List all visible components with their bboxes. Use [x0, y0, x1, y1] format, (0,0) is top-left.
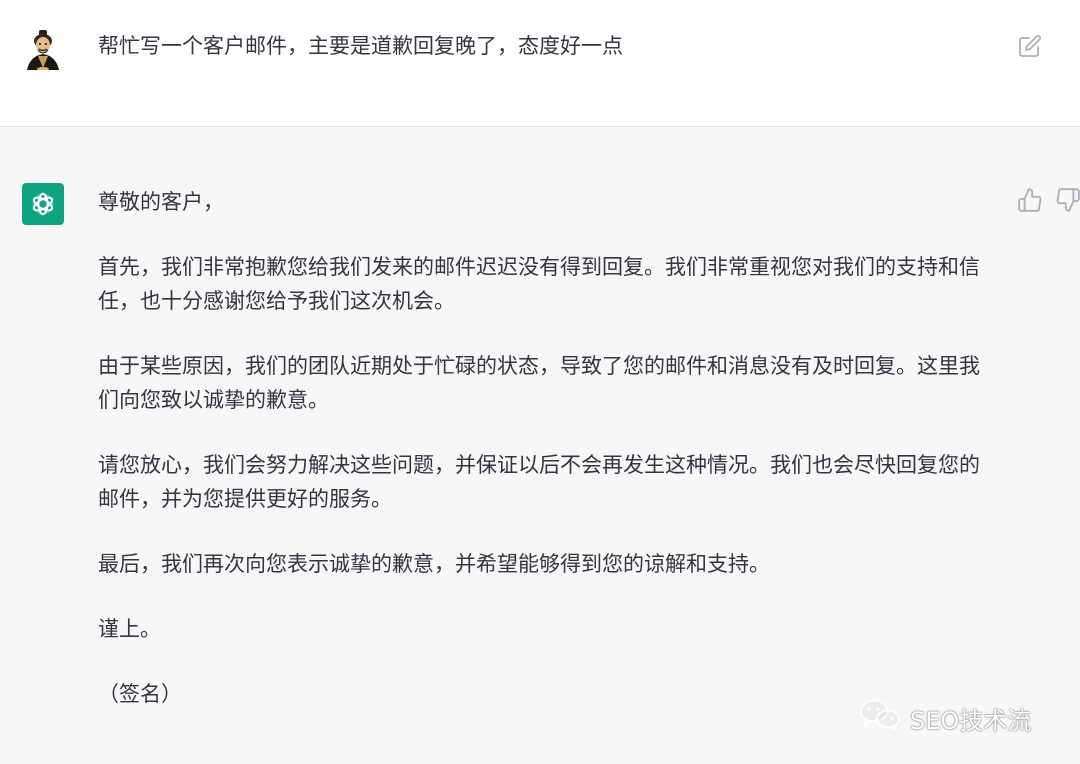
reply-greeting: 尊敬的客户， — [98, 190, 224, 214]
user-avatar-icon — [22, 28, 64, 71]
watermark: SEO技术流 — [858, 698, 1032, 738]
openai-logo-icon — [22, 183, 64, 225]
reply-paragraph: 请您放心，我们会努力解决这些问题，并保证以后不会再发生这种情况。我们也会尽快回复… — [98, 453, 980, 511]
user-message-row: 帮忙写一个客户邮件，主要是道歉回复晚了，态度好一点 — [0, 0, 1080, 127]
reply-paragraph: 由于某些原因，我们的团队近期处于忙碌的状态，导致了您的邮件和消息没有及时回复。这… — [98, 354, 980, 412]
watermark-text: SEO技术流 — [910, 706, 1032, 735]
reply-closing: 谨上。 — [98, 617, 161, 641]
thumbs-up-icon[interactable] — [1017, 187, 1043, 213]
assistant-reply: 尊敬的客户， 首先，我们非常抱歉您给我们发来的邮件迟迟没有得到回复。我们非常重视… — [98, 185, 998, 742]
thumbs-down-icon[interactable] — [1055, 187, 1080, 213]
reply-paragraph: 首先，我们非常抱歉您给我们发来的邮件迟迟没有得到回复。我们非常重视您对我们的支持… — [98, 255, 980, 313]
edit-icon[interactable] — [1018, 34, 1042, 58]
user-message-text: 帮忙写一个客户邮件，主要是道歉回复晚了，态度好一点 — [98, 34, 623, 58]
assistant-message-row: 尊敬的客户， 首先，我们非常抱歉您给我们发来的邮件迟迟没有得到回复。我们非常重视… — [0, 127, 1080, 764]
reply-paragraph: 最后，我们再次向您表示诚挚的歉意，并希望能够得到您的谅解和支持。 — [98, 552, 770, 576]
wechat-icon — [858, 698, 902, 738]
